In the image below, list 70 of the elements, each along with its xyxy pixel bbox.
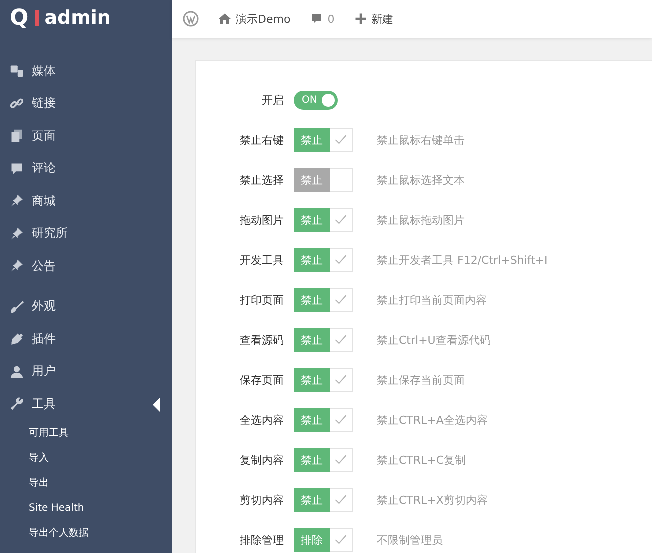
sidebar-item[interactable]: 外观: [0, 290, 172, 323]
sidebar-item[interactable]: 评论: [0, 152, 172, 185]
check-icon: [334, 373, 348, 387]
check-icon: [334, 493, 348, 507]
check-icon: [334, 453, 348, 467]
sidebar-item[interactable]: 媒体: [0, 55, 172, 88]
setting-description: 禁止打印当前页面内容: [377, 292, 487, 308]
sidebar-item[interactable]: 用户: [0, 356, 172, 388]
setting-description: 不限制管理员: [377, 532, 443, 548]
setting-label: 禁止右键: [239, 132, 285, 148]
sidebar-item[interactable]: 公告: [0, 250, 172, 282]
plus-icon: [354, 13, 367, 25]
new-link[interactable]: 新建: [354, 12, 394, 26]
submenu-item[interactable]: 导出个人数据: [0, 520, 172, 546]
setting-description: 禁止鼠标选择文本: [377, 172, 465, 188]
setting-description: 禁止Ctrl+U查看源代码: [377, 332, 491, 348]
logo-text: admin: [44, 7, 111, 29]
check-icon: [334, 133, 348, 147]
pin-icon: [10, 259, 24, 274]
check-icon: [334, 413, 348, 427]
setting-label: 禁止选择: [239, 172, 285, 188]
check-icon: [334, 213, 348, 227]
plug-icon: [10, 332, 24, 346]
setting-description: 禁止开发者工具 F12/Ctrl+Shift+I: [377, 252, 548, 268]
comment-icon: [310, 13, 323, 25]
logo-letter: Q: [10, 6, 29, 30]
setting-label: 排除管理: [239, 532, 285, 548]
wrench-icon: [10, 397, 24, 412]
home-icon: [219, 13, 231, 25]
submenu-item[interactable]: 导出: [0, 470, 172, 496]
brush-icon: [10, 300, 24, 314]
check-icon: [334, 533, 348, 547]
link-icon: [10, 96, 24, 111]
setting-label: 复制内容: [239, 452, 285, 468]
setting-label: 全选内容: [239, 412, 285, 428]
submenu-item[interactable]: Site Health: [0, 496, 172, 520]
sidebar-item[interactable]: 商城: [0, 185, 172, 218]
wordpress-icon[interactable]: [183, 11, 199, 27]
submenu-item[interactable]: 导入: [0, 446, 172, 470]
setting-description: 禁止CTRL+C复制: [377, 452, 466, 468]
setting-description: 禁止保存当前页面: [377, 372, 465, 388]
setting-description: 禁止鼠标拖动图片: [377, 212, 465, 228]
setting-description: 禁止鼠标右键单击: [377, 132, 465, 148]
site-link[interactable]: 演示Demo: [219, 12, 291, 26]
sidebar-item[interactable]: 插件: [0, 323, 172, 356]
setting-label: 剪切内容: [239, 492, 285, 508]
pages-icon: [10, 129, 24, 144]
setting-label: 开启: [261, 92, 285, 108]
check-icon: [334, 253, 348, 267]
comment-icon: [10, 162, 24, 176]
submenu-item[interactable]: 可用工具: [0, 420, 172, 446]
setting-label: 开发工具: [239, 252, 285, 268]
setting-label: 打印页面: [239, 292, 285, 308]
setting-label: 保存页面: [239, 372, 285, 388]
sidebar-item[interactable]: 工具: [0, 388, 172, 420]
setting-label: 查看源码: [239, 332, 285, 348]
current-arrow-icon: [153, 398, 160, 412]
check-icon: [334, 293, 348, 307]
setting-description: 禁止CTRL+A全选内容: [377, 412, 488, 428]
sidebar-item[interactable]: 链接: [0, 88, 172, 120]
setting-label: 拖动图片: [239, 212, 285, 228]
sidebar-item[interactable]: 研究所: [0, 218, 172, 250]
pin-icon: [10, 194, 24, 208]
pin-icon: [10, 226, 24, 241]
user-icon: [10, 364, 24, 379]
sidebar-item[interactable]: 页面: [0, 120, 172, 152]
check-icon: [334, 333, 348, 347]
media-icon: [10, 64, 24, 78]
setting-description: 禁止CTRL+X剪切内容: [377, 492, 488, 508]
logo-bar-icon: [34, 10, 39, 26]
